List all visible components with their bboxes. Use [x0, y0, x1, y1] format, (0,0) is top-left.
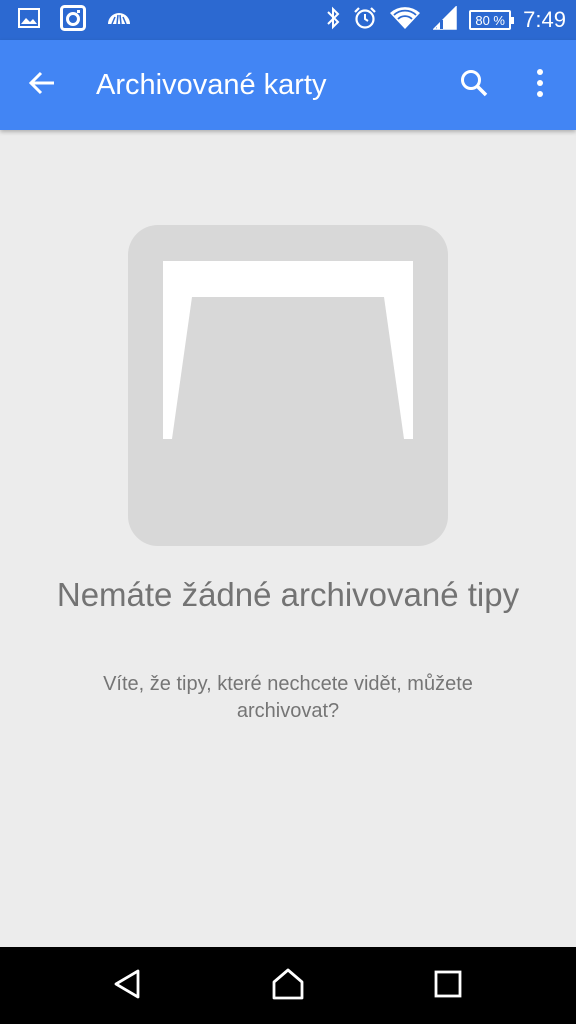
bluetooth-icon [325, 6, 341, 35]
image-notification-icon [18, 7, 40, 33]
empty-state-subtitle: Víte, že tipy, které nechcete vidět, můž… [103, 673, 473, 722]
page-title: Archivované karty [96, 69, 327, 101]
notification-icons [18, 4, 132, 36]
app-bar: Archivované karty [0, 40, 576, 130]
arrow-back-icon [27, 68, 57, 103]
clock: 7:49 [523, 7, 566, 32]
nav-recents-button[interactable] [422, 960, 474, 1012]
instagram-icon [60, 4, 86, 36]
archive-tray-icon [128, 225, 448, 546]
empty-state-title: Nemáte žádné archivované tipy [56, 576, 520, 613]
signal-icon [432, 4, 457, 35]
more-options-button[interactable] [516, 61, 564, 109]
battery-icon: 80 % [469, 10, 515, 30]
nav-recents-icon [434, 970, 462, 1003]
wifi-icon [389, 6, 421, 35]
status-icons: 80 % 7:49 [325, 4, 566, 35]
nav-back-icon [112, 968, 144, 1005]
search-button[interactable] [450, 61, 498, 109]
status-bar: 80 % 7:49 [0, 0, 576, 40]
search-icon [459, 68, 489, 103]
alarm-icon [353, 6, 377, 35]
more-vert-icon [535, 68, 545, 103]
battery-level: 80 % [475, 12, 505, 28]
nav-home-icon [271, 967, 305, 1006]
navigation-bar [0, 947, 576, 1024]
nav-home-button[interactable] [262, 960, 314, 1012]
back-button[interactable] [18, 61, 66, 109]
cloud-upload-icon [106, 8, 132, 33]
nav-back-button[interactable] [102, 960, 154, 1012]
screen: 80 % 7:49 Archivované karty Nemáte žádné… [0, 0, 576, 1024]
